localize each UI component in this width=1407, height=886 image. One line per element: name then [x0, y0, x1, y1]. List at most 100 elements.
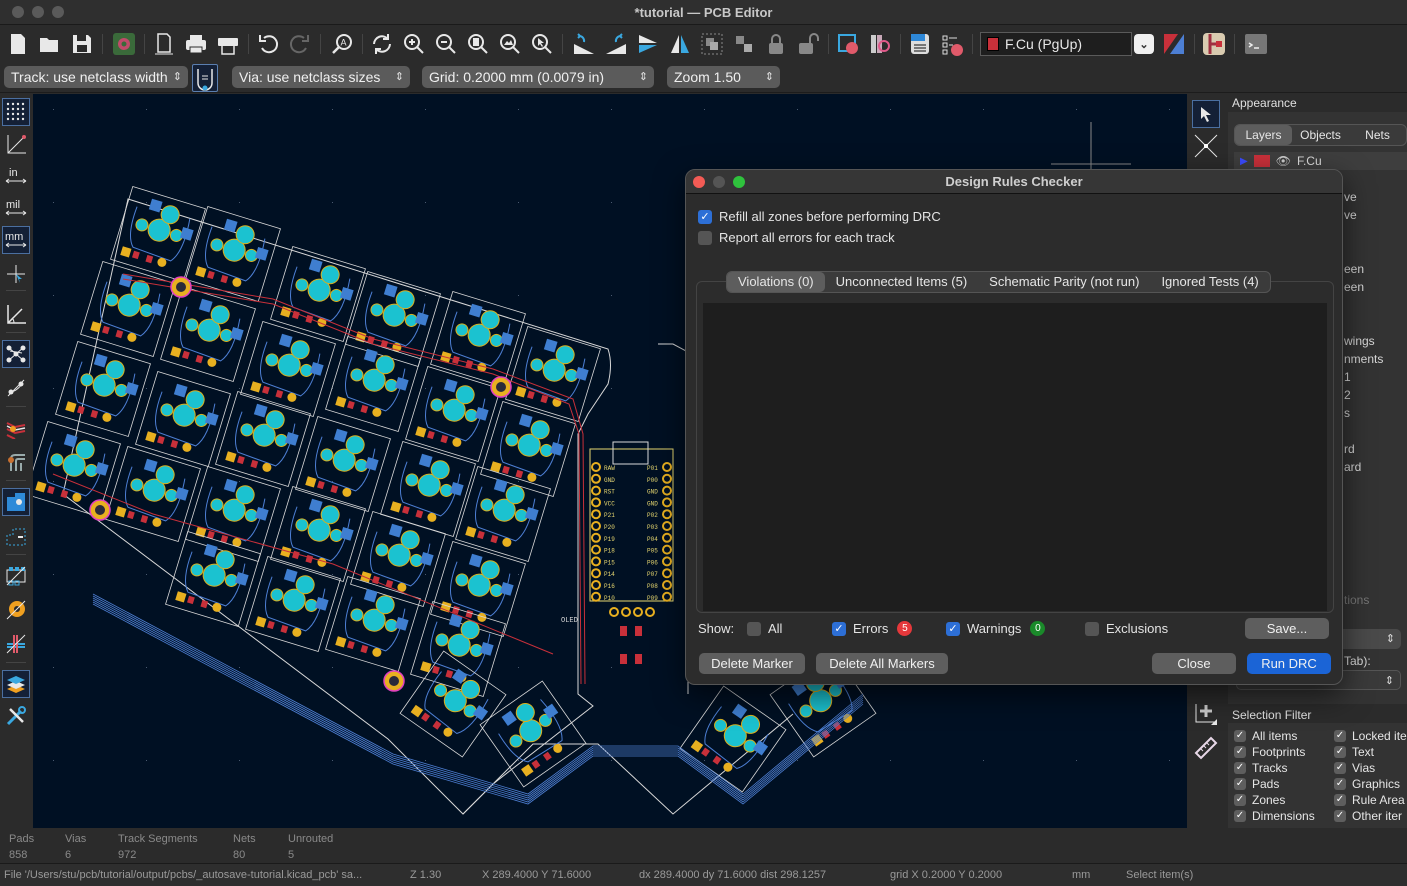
mcu-pin-label: P10 [604, 595, 615, 602]
tab-ignored-tests[interactable]: Ignored Tests (4) [1150, 272, 1269, 292]
curved-ratsnest-icon[interactable] [2, 374, 30, 402]
page-settings-icon[interactable] [150, 30, 178, 58]
layer-pair-icon[interactable] [1160, 30, 1188, 58]
inches-icon[interactable]: in [2, 162, 30, 190]
grid-select[interactable]: Grid: 0.2000 mm (0.0079 in) ⇕ [422, 66, 654, 88]
unlock-icon[interactable] [794, 30, 822, 58]
redo-icon[interactable] [286, 30, 314, 58]
polar-coords-icon[interactable] [2, 130, 30, 158]
local-ratsnest-icon[interactable] [1192, 132, 1220, 160]
zoom-fit-icon[interactable] [464, 30, 492, 58]
diode-pad-square [115, 506, 127, 518]
mcu-outline [589, 448, 674, 602]
board-setup-icon[interactable] [110, 30, 138, 58]
filter-other-itercheckbox[interactable]: ✓ Other iter [1334, 809, 1402, 823]
close-button[interactable]: Close [1152, 653, 1236, 674]
drc-icon[interactable] [938, 30, 966, 58]
mirror-horizontal-icon[interactable] [666, 30, 694, 58]
filter-graphicscheckbox[interactable]: ✓ Graphics [1334, 777, 1400, 791]
pad [320, 448, 334, 462]
zoom-select[interactable]: Zoom 1.50 ⇕ [667, 66, 780, 88]
tab-layers[interactable]: Layers [1235, 125, 1292, 145]
properties-icon[interactable] [2, 702, 30, 730]
refill-zones-checkbox[interactable]: ✓ Refill all zones before performing DRC [698, 209, 941, 224]
filter-dimensionscheckbox[interactable]: ✓ Dimensions [1234, 809, 1315, 823]
filter-textcheckbox[interactable]: ✓ Text [1334, 745, 1374, 759]
report-all-errors-checkbox[interactable]: Report all errors for each track [698, 230, 895, 245]
redraw-icon[interactable] [368, 30, 396, 58]
select-icon[interactable] [1192, 100, 1220, 128]
angle-snap-icon[interactable] [2, 300, 30, 328]
plot-icon[interactable] [214, 30, 242, 58]
grid-origin-icon[interactable] [1192, 700, 1220, 728]
show-errors-checkbox[interactable]: ✓ Errors 5 [832, 621, 913, 636]
filter-padscheckbox[interactable]: ✓ Pads [1234, 777, 1279, 791]
open-icon[interactable] [36, 30, 64, 58]
filter-footprintscheckbox[interactable]: ✓ Footprints [1234, 745, 1305, 759]
run-drc-button[interactable]: Run DRC [1247, 653, 1331, 674]
tab-objects[interactable]: Objects [1292, 125, 1349, 145]
undo-icon[interactable] [254, 30, 282, 58]
smd-pad [418, 453, 433, 468]
zoom-out-icon[interactable] [432, 30, 460, 58]
footprint-icon[interactable] [2, 562, 30, 590]
via-size-select[interactable]: Via: use netclass sizes ⇕ [232, 66, 410, 88]
mils-icon[interactable]: mil [2, 194, 30, 222]
find-icon[interactable]: A [328, 30, 356, 58]
netlist-icon[interactable] [906, 30, 934, 58]
footprint-editor-icon[interactable] [834, 30, 862, 58]
via-icon[interactable] [2, 596, 30, 624]
violations-list[interactable] [703, 303, 1327, 611]
active-layer-select[interactable]: F.Cu (PgUp) [980, 32, 1132, 56]
lock-icon[interactable] [762, 30, 790, 58]
mirror-vertical-icon[interactable] [634, 30, 662, 58]
millimeters-icon[interactable]: mm [2, 226, 30, 254]
group-icon[interactable] [698, 30, 726, 58]
delete-all-markers-button[interactable]: Delete All Markers [816, 653, 948, 674]
track-width-mode-button[interactable] [192, 64, 218, 92]
tab-nets[interactable]: Nets [1349, 125, 1406, 145]
zone-outline-icon[interactable] [2, 522, 30, 550]
save-icon[interactable] [68, 30, 96, 58]
measure-icon[interactable] [1192, 734, 1220, 762]
rotate-cw-icon[interactable] [602, 30, 630, 58]
cursor-crosshair-icon[interactable] [2, 260, 30, 288]
ungroup-icon[interactable] [730, 30, 758, 58]
high-contrast-icon[interactable] [2, 414, 30, 442]
filter-all-itemscheckbox[interactable]: ✓ All items [1234, 729, 1297, 743]
scripting-icon[interactable] [1200, 30, 1228, 58]
diode-smd [465, 609, 474, 619]
ratsnest-icon[interactable] [2, 340, 30, 368]
track-width-select[interactable]: Track: use netclass width ⇕ [4, 66, 188, 88]
net-colors-icon[interactable] [2, 448, 30, 476]
layer-color-swatch[interactable] [1253, 155, 1270, 167]
tab-schematic-parity[interactable]: Schematic Parity (not run) [978, 272, 1150, 292]
layer-dropdown-button[interactable]: ⌄ [1134, 34, 1154, 54]
zone-fill-icon[interactable] [2, 488, 30, 516]
zoom-objects-icon[interactable] [496, 30, 524, 58]
footprint-browser-icon[interactable] [866, 30, 894, 58]
filter-rule-areacheckbox[interactable]: ✓ Rule Area [1334, 793, 1405, 807]
new-board-icon[interactable] [4, 30, 32, 58]
layers-manager-icon[interactable] [2, 670, 30, 698]
delete-marker-button[interactable]: Delete Marker [699, 653, 805, 674]
show-exclusions-checkbox[interactable]: Exclusions [1085, 621, 1168, 636]
show-all-checkbox[interactable]: All [747, 621, 782, 636]
layer-row-fcu[interactable]: ▶ 👁 F.Cu [1234, 152, 1407, 170]
grid-icon[interactable] [2, 98, 30, 126]
show-warnings-checkbox[interactable]: ✓ Warnings 0 [946, 621, 1046, 636]
save-report-button[interactable]: Save... [1245, 618, 1329, 639]
filter-locked-itecheckbox[interactable]: ✓ Locked ite [1334, 729, 1407, 743]
tab-violations[interactable]: Violations (0) [727, 272, 825, 292]
filter-trackscheckbox[interactable]: ✓ Tracks [1234, 761, 1288, 775]
zoom-in-icon[interactable] [400, 30, 428, 58]
console-icon[interactable] [1242, 30, 1270, 58]
filter-viascheckbox[interactable]: ✓ Vias [1334, 761, 1375, 775]
eye-icon[interactable]: 👁 [1276, 154, 1291, 168]
tab-unconnected-items[interactable]: Unconnected Items (5) [825, 272, 979, 292]
rotate-ccw-icon[interactable] [570, 30, 598, 58]
print-icon[interactable] [182, 30, 210, 58]
zoom-selection-icon[interactable] [528, 30, 556, 58]
filter-zonescheckbox[interactable]: ✓ Zones [1234, 793, 1285, 807]
track-icon[interactable] [2, 630, 30, 658]
